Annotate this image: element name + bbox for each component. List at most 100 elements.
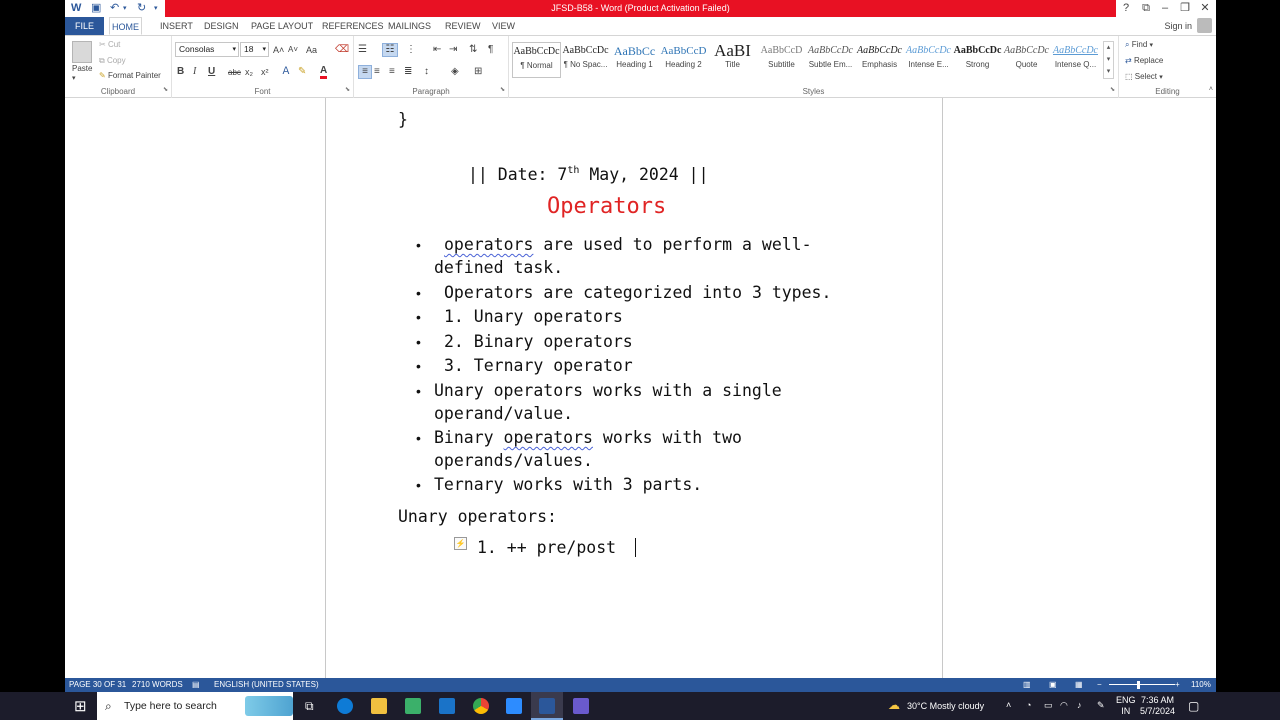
scroll-down-icon[interactable]: ▾ bbox=[1104, 54, 1113, 66]
paste-dropdown-icon[interactable]: ▾ bbox=[72, 73, 76, 85]
align-center-icon[interactable]: ≡ bbox=[374, 66, 380, 78]
close-button[interactable]: ✕ bbox=[1197, 1, 1213, 16]
zoom-out-button[interactable]: − bbox=[1097, 678, 1102, 692]
undo-icon[interactable]: ↶ bbox=[110, 2, 119, 15]
borders-icon[interactable]: ⊞ bbox=[474, 66, 482, 78]
style-intense-quote[interactable]: AaBbCcDc Intense Q... bbox=[1051, 42, 1100, 78]
clipboard-launcher-icon[interactable]: ⬊ bbox=[163, 84, 168, 96]
account-avatar-icon[interactable] bbox=[1197, 18, 1212, 33]
tab-design[interactable]: DESIGN bbox=[202, 17, 241, 35]
styles-scroll[interactable]: ▴ ▾ ▾ bbox=[1103, 41, 1114, 79]
style-heading-1[interactable]: AaBbCc Heading 1 bbox=[610, 42, 659, 78]
shrink-font-button[interactable]: A˅ bbox=[288, 44, 298, 56]
numbering-icon[interactable]: ☷ bbox=[382, 43, 398, 57]
style-emphasis[interactable]: AaBbCcDc Emphasis bbox=[855, 42, 904, 78]
select-button[interactable]: ⬚ Select ▾ bbox=[1125, 71, 1163, 84]
collapse-ribbon-icon[interactable]: ˄ bbox=[1209, 84, 1213, 96]
chrome-icon[interactable] bbox=[473, 698, 489, 714]
tab-references[interactable]: REFERENCES bbox=[320, 17, 386, 35]
more-styles-icon[interactable]: ▾ bbox=[1104, 66, 1113, 78]
sign-in-link[interactable]: Sign in bbox=[1164, 17, 1192, 35]
taskbar-search[interactable]: ⌕ Type here to search bbox=[97, 692, 293, 720]
shading-icon[interactable]: ◈ bbox=[451, 66, 459, 78]
zoom-slider[interactable] bbox=[1109, 684, 1175, 685]
tab-view[interactable]: VIEW bbox=[490, 17, 517, 35]
cut-button[interactable]: ✂ Cut bbox=[99, 39, 120, 51]
style-intense-emphasis[interactable]: AaBbCcDc Intense E... bbox=[904, 42, 953, 78]
font-color-button[interactable]: A bbox=[320, 66, 328, 79]
style-subtitle[interactable]: AaBbCcD Subtitle bbox=[757, 42, 806, 78]
format-painter-button[interactable]: ✎ Format Painter bbox=[99, 70, 161, 82]
minimize-button[interactable]: – bbox=[1157, 1, 1173, 16]
word-count[interactable]: 2710 WORDS bbox=[132, 678, 183, 692]
scroll-up-icon[interactable]: ▴ bbox=[1104, 42, 1113, 54]
network-icon[interactable]: ▭ bbox=[1044, 700, 1053, 711]
copy-button[interactable]: ⧉ Copy bbox=[99, 55, 126, 67]
redo-icon[interactable]: ↻ bbox=[137, 2, 146, 15]
app-icon[interactable] bbox=[573, 698, 589, 714]
pen-icon[interactable]: ✎ bbox=[1097, 700, 1105, 711]
style-title[interactable]: AaBI Title bbox=[708, 42, 757, 78]
underline-button[interactable]: U bbox=[208, 66, 215, 78]
tab-file[interactable]: FILE bbox=[65, 17, 104, 35]
italic-button[interactable]: I bbox=[193, 66, 196, 78]
undo-dropdown-icon[interactable]: ▾ bbox=[123, 2, 127, 15]
microsoft-store-icon[interactable] bbox=[405, 698, 421, 714]
language-indicator[interactable]: ENGLISH (UNITED STATES) bbox=[214, 678, 319, 692]
clear-formatting-icon[interactable]: ⌫ bbox=[335, 44, 349, 56]
tab-insert[interactable]: INSERT bbox=[158, 17, 195, 35]
file-explorer-icon[interactable] bbox=[371, 698, 387, 714]
document-page[interactable]: } || Date: 7th May, 2024 || Operators • … bbox=[325, 98, 943, 680]
customize-toolbar-icon[interactable]: ▾ bbox=[154, 2, 158, 15]
zoom-in-button[interactable]: + bbox=[1175, 678, 1180, 692]
change-case-button[interactable]: Aa bbox=[306, 44, 317, 56]
multilevel-list-icon[interactable]: ⋮ bbox=[406, 44, 416, 56]
ribbon-display-options-icon[interactable]: ⧉ bbox=[1138, 1, 1154, 16]
task-view-icon[interactable]: ⧉ bbox=[305, 699, 314, 714]
replace-button[interactable]: ⇄ Replace bbox=[1125, 55, 1163, 67]
tab-mailings[interactable]: MAILINGS bbox=[386, 17, 433, 35]
autocorrect-options-icon[interactable]: ⚡ bbox=[454, 537, 467, 550]
font-size-select[interactable]: 18 ▾ bbox=[240, 42, 269, 57]
weather-text[interactable]: 30°C Mostly cloudy bbox=[907, 701, 984, 711]
web-layout-icon[interactable]: ▦ bbox=[1075, 678, 1083, 692]
read-mode-icon[interactable]: ▥ bbox=[1023, 678, 1031, 692]
show-formatting-button[interactable]: ¶ bbox=[488, 44, 493, 56]
style-normal[interactable]: AaBbCcDc ¶ Normal bbox=[512, 42, 561, 78]
document-area[interactable]: } || Date: 7th May, 2024 || Operators • … bbox=[65, 98, 1216, 680]
decrease-indent-icon[interactable]: ⇤ bbox=[433, 44, 441, 56]
paste-icon[interactable] bbox=[72, 41, 92, 63]
strikethrough-button[interactable]: abc bbox=[228, 67, 241, 79]
edge-icon[interactable] bbox=[337, 698, 353, 714]
zoom-level[interactable]: 110% bbox=[1191, 678, 1211, 692]
volume-icon[interactable]: ♪ bbox=[1077, 700, 1082, 710]
restore-button[interactable]: ❐ bbox=[1177, 1, 1193, 16]
style-heading-2[interactable]: AaBbCcD Heading 2 bbox=[659, 42, 708, 78]
increase-indent-icon[interactable]: ⇥ bbox=[449, 44, 457, 56]
styles-launcher-icon[interactable]: ⬊ bbox=[1110, 84, 1115, 96]
input-language[interactable]: ENG IN bbox=[1116, 695, 1136, 717]
style-subtle-emphasis[interactable]: AaBbCcDc Subtle Em... bbox=[806, 42, 855, 78]
sort-icon[interactable]: ⇅ bbox=[469, 44, 477, 56]
font-launcher-icon[interactable]: ⬊ bbox=[345, 84, 350, 96]
superscript-button[interactable]: x² bbox=[261, 66, 269, 78]
mail-icon[interactable] bbox=[439, 698, 455, 714]
bullets-icon[interactable]: ☰ bbox=[358, 44, 367, 56]
windows-start-icon[interactable]: ⊞ bbox=[74, 697, 87, 715]
proofing-icon[interactable]: ▤ bbox=[192, 678, 200, 692]
style-quote[interactable]: AaBbCcDc Quote bbox=[1002, 42, 1051, 78]
justify-icon[interactable]: ≣ bbox=[404, 66, 412, 78]
zoom-app-icon[interactable] bbox=[506, 698, 522, 714]
notifications-icon[interactable]: ▢ bbox=[1188, 699, 1199, 713]
find-button[interactable]: ⌕ Find ▾ bbox=[1125, 39, 1153, 52]
page-count[interactable]: PAGE 30 OF 31 bbox=[69, 678, 126, 692]
subscript-button[interactable]: x₂ bbox=[245, 66, 253, 78]
align-left-icon[interactable]: ≡ bbox=[358, 65, 372, 79]
clock[interactable]: 7:36 AM 5/7/2024 bbox=[1140, 695, 1175, 717]
paragraph-launcher-icon[interactable]: ⬊ bbox=[500, 84, 505, 96]
font-name-select[interactable]: Consolas ▾ bbox=[175, 42, 239, 57]
tab-home[interactable]: HOME bbox=[109, 17, 142, 35]
tab-page-layout[interactable]: PAGE LAYOUT bbox=[249, 17, 315, 35]
highlight-icon[interactable]: ✎ bbox=[298, 66, 306, 78]
tab-review[interactable]: REVIEW bbox=[443, 17, 483, 35]
